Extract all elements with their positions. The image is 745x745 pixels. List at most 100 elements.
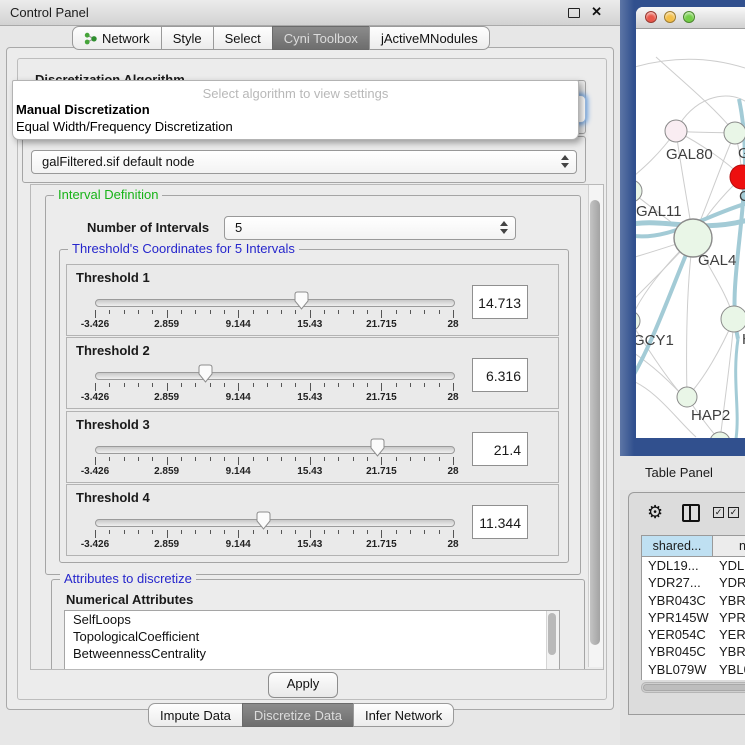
cell-name[interactable]: YBR0 — [714, 592, 745, 609]
table-row[interactable]: YDR27...YDR2 — [642, 574, 745, 591]
slider-thumb[interactable] — [256, 511, 271, 530]
table-row[interactable]: YDL19...YDL1 — [642, 557, 745, 574]
threshold-slider[interactable]: -3.4262.8599.14415.4321.71528 — [95, 364, 453, 406]
cell-shared-name[interactable]: YBR043C — [642, 592, 714, 609]
tick-mark — [138, 457, 139, 461]
cell-name[interactable]: YER0 — [714, 626, 745, 643]
node-label: GAL80 — [666, 146, 713, 163]
threshold-slider[interactable]: -3.4262.8599.14415.4321.71528 — [95, 291, 453, 333]
node-label: GAL11 — [636, 203, 682, 220]
cell-name[interactable]: YBR0 — [714, 643, 745, 660]
tick-mark — [439, 457, 440, 461]
slider-thumb[interactable] — [370, 438, 385, 457]
cell-shared-name[interactable]: YLR345W — [642, 678, 714, 680]
threshold-value-field[interactable]: 14.713 — [472, 285, 528, 319]
column-header-name[interactable]: n — [713, 535, 745, 557]
tick-mark — [210, 457, 211, 461]
tab-impute-data[interactable]: Impute Data — [148, 703, 243, 727]
network-node-gal80[interactable] — [665, 120, 687, 142]
settings-vertical-scrollbar[interactable] — [588, 185, 603, 667]
tick-mark — [453, 383, 454, 391]
cell-shared-name[interactable]: YDL19... — [642, 557, 714, 574]
apply-button[interactable]: Apply — [268, 672, 338, 698]
numerical-attributes-list[interactable]: SelfLoopsTopologicalCoefficientBetweenne… — [64, 610, 560, 670]
cell-name[interactable]: YDL1 — [714, 557, 745, 574]
network-canvas[interactable]: GAL80GACGAL11GAL4GCY1HHAP2 — [636, 29, 745, 438]
threshold-slider[interactable]: -3.4262.8599.14415.4321.71528 — [95, 511, 453, 553]
attribute-list-item[interactable]: BetweennessCentrality — [65, 645, 559, 662]
table-row[interactable]: YPR145WYPR1 — [642, 609, 745, 626]
slider-track[interactable] — [95, 372, 455, 380]
number-of-intervals-combobox[interactable]: 5 — [224, 216, 516, 240]
cell-shared-name[interactable]: YPR145W — [642, 609, 714, 626]
column-header-shared-name[interactable]: shared... — [641, 535, 713, 557]
table-data-selected-value: galFiltered.sif default node — [42, 151, 194, 173]
tick-label: 28 — [447, 319, 458, 330]
table-row[interactable]: YER054CYER0 — [642, 626, 745, 643]
tick-mark — [367, 530, 368, 534]
tab-style[interactable]: Style — [161, 26, 214, 50]
checkbox-icon[interactable]: ✓ — [728, 507, 739, 518]
tab-jactivemnodules[interactable]: jActiveMNodules — [369, 26, 490, 50]
attributes-list-scrollbar[interactable] — [546, 611, 559, 670]
table-rows[interactable]: YDL19...YDL1YDR27...YDR2YBR043CYBR0YPR14… — [641, 557, 745, 680]
cell-shared-name[interactable]: YDR27... — [642, 574, 714, 591]
cell-shared-name[interactable]: YBR045C — [642, 643, 714, 660]
close-icon[interactable]: ✕ — [591, 4, 602, 20]
slider-track[interactable] — [95, 299, 455, 307]
slider-track[interactable] — [95, 446, 455, 454]
network-node-ga[interactable] — [724, 122, 745, 144]
tab-network[interactable]: Network — [72, 26, 162, 50]
threshold-value-field[interactable]: 21.4 — [472, 432, 528, 466]
network-node-gcy1[interactable] — [636, 311, 640, 331]
cell-name[interactable]: YDR2 — [714, 574, 745, 591]
gear-icon[interactable]: ⚙ — [647, 502, 663, 523]
tab-cyni-toolbox[interactable]: Cyni Toolbox — [272, 26, 370, 50]
attribute-list-item[interactable]: TopologicalCoefficient — [65, 628, 559, 645]
tab-network-label: Network — [102, 31, 150, 46]
table-data-combobox[interactable]: galFiltered.sif default node — [31, 150, 577, 174]
table-horizontal-scrollbar[interactable] — [641, 682, 745, 693]
algorithm-option-manual[interactable]: Manual Discretization — [13, 101, 578, 118]
cell-shared-name[interactable]: YER054C — [642, 626, 714, 643]
network-node-h[interactable] — [721, 306, 745, 332]
tick-mark — [224, 457, 225, 461]
tick-mark — [281, 457, 282, 461]
minimize-traffic-light[interactable] — [664, 11, 676, 23]
checkbox-icon[interactable]: ✓ — [713, 507, 724, 518]
tick-mark — [410, 310, 411, 314]
tab-select[interactable]: Select — [213, 26, 273, 50]
cell-name[interactable]: YBL0 — [714, 661, 745, 678]
cell-name[interactable]: YLR3 — [714, 678, 745, 680]
cell-name[interactable]: YPR1 — [714, 609, 745, 626]
slider-thumb[interactable] — [198, 364, 213, 383]
algorithm-option-equal-width[interactable]: Equal Width/Frequency Discretization — [13, 118, 578, 135]
tick-label: -3.426 — [81, 466, 109, 477]
close-traffic-light[interactable] — [645, 11, 657, 23]
table-row[interactable]: YBL079WYBL0 — [642, 661, 745, 678]
scrollbar-thumb[interactable] — [548, 613, 556, 655]
tick-mark — [353, 310, 354, 314]
network-node-hap2[interactable] — [677, 387, 697, 407]
threshold-panel: Threshold 3 -3.4262.8599.14415.4321.7152… — [66, 411, 559, 483]
cell-shared-name[interactable]: YBL079W — [642, 661, 714, 678]
tab-discretize-data[interactable]: Discretize Data — [242, 703, 354, 727]
scrollbar-thumb[interactable] — [643, 684, 745, 691]
column-layout-icon[interactable] — [682, 504, 700, 522]
tick-mark — [181, 457, 182, 461]
tick-mark — [124, 457, 125, 461]
table-row[interactable]: YLR345WYLR3 — [642, 678, 745, 680]
float-window-icon[interactable] — [568, 8, 580, 18]
slider-track[interactable] — [95, 519, 455, 527]
table-row[interactable]: YBR045CYBR0 — [642, 643, 745, 660]
tab-infer-network[interactable]: Infer Network — [353, 703, 454, 727]
scrollbar-thumb[interactable] — [590, 200, 600, 645]
threshold-slider[interactable]: -3.4262.8599.14415.4321.71528 — [95, 438, 453, 480]
zoom-traffic-light[interactable] — [683, 11, 695, 23]
table-row[interactable]: YBR043CYBR0 — [642, 592, 745, 609]
slider-thumb[interactable] — [294, 291, 309, 310]
tick-mark — [210, 530, 211, 534]
threshold-value-field[interactable]: 11.344 — [472, 505, 528, 539]
threshold-value-field[interactable]: 6.316 — [472, 358, 528, 392]
attribute-list-item[interactable]: SelfLoops — [65, 611, 559, 628]
